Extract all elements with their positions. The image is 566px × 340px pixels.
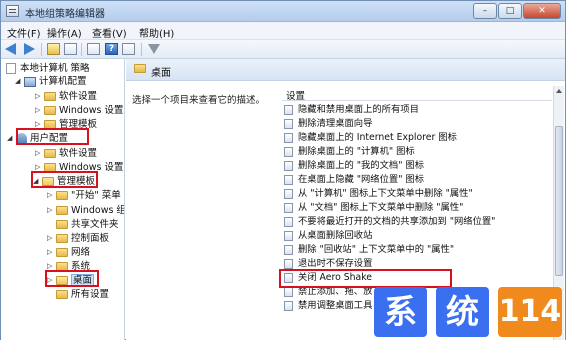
policy-setting-icon [284,287,293,297]
highlight-admin-templates [31,171,98,188]
back-icon[interactable] [5,42,20,56]
policy-setting-icon [284,231,293,241]
policy-setting-icon [284,301,293,311]
folder-icon [44,106,56,115]
toolbar-separator [81,43,82,56]
policy-setting-icon [284,133,293,143]
folder-icon [56,234,68,243]
policy-setting-icon [284,175,293,185]
tree-windows-components[interactable]: ▷ Windows 组 [47,204,124,217]
tree-shared-folders[interactable]: 共享文件夹 [55,218,119,231]
menu-help[interactable]: 帮助(H) [139,25,174,40]
policy-setting-icon [284,161,293,171]
list-item[interactable]: 隐藏桌面上的 Internet Explorer 图标 [282,131,457,145]
tree-user-software[interactable]: ▷ 软件设置 [35,147,97,160]
properties-icon[interactable] [122,42,137,56]
title-bar[interactable]: 本地组策略编辑器 – □ ✕ [1,1,565,22]
list-item[interactable]: 删除桌面上的 "我的文档" 图标 [282,159,424,173]
policy-setting-icon [284,189,293,199]
policy-setting-icon [284,203,293,213]
folder-icon [44,92,56,101]
policy-setting-icon [284,245,293,255]
gpedit-window: 本地组策略编辑器 – □ ✕ 文件(F) 操作(A) 查看(V) 帮助(H) ?… [0,0,566,340]
computer-icon [24,77,36,87]
show-tree-icon[interactable] [64,42,79,56]
scroll-up-icon[interactable] [556,89,562,93]
list-item[interactable]: 删除清理桌面向导 [282,117,372,131]
list-item[interactable]: 从桌面删除回收站 [282,229,372,243]
toolbar: ? [1,40,565,59]
list-item[interactable]: 删除 "回收站" 上下文菜单中的 "属性" [282,243,454,257]
highlight-user-config [16,128,89,145]
folder-icon [44,149,56,158]
list-item[interactable]: 从 "文档" 图标上下文菜单中删除 "属性" [282,201,463,215]
app-icon [6,5,19,17]
filter-icon[interactable] [147,42,162,56]
list-item[interactable]: 禁用调整桌面工具 [282,299,372,313]
toolbar-separator [41,43,42,56]
up-icon[interactable] [47,42,62,56]
list-item[interactable]: 从 "计算机" 图标上下文菜单中删除 "属性" [282,187,473,201]
policy-icon [6,63,16,74]
list-item[interactable]: 隐藏和禁用桌面上的所有项目 [282,103,419,117]
menu-file[interactable]: 文件(F) [7,25,41,40]
export-icon[interactable] [87,42,102,56]
window-title: 本地组策略编辑器 [25,9,105,20]
list-item[interactable]: 不要将最近打开的文档的共享添加到 "网络位置" [282,215,495,229]
folder-icon [56,290,68,299]
tree-computer-software[interactable]: ▷ 软件设置 [35,90,97,103]
tree-start-menu[interactable]: ▷ "开始" 菜单 [47,189,121,202]
highlight-aero-shake [279,269,452,288]
list-item[interactable]: 删除桌面上的 "计算机" 图标 [282,145,415,159]
tree-computer-config[interactable]: ◢ 计算机配置 [15,75,87,88]
highlight-desktop [45,270,99,287]
folder-icon [56,191,68,200]
tree-root[interactable]: 本地计算机 策略 [4,62,90,75]
maximize-button[interactable]: □ [498,3,522,19]
minimize-button[interactable]: – [473,3,497,19]
menu-bar: 文件(F) 操作(A) 查看(V) 帮助(H) [1,22,565,40]
details-header: 桌面 [126,59,565,81]
forward-icon[interactable] [22,42,37,56]
toolbar-separator [141,43,142,56]
tree-computer-windows[interactable]: ▷ Windows 设置 [35,104,123,117]
watermark-char-2: 统 [436,287,489,337]
folder-icon [56,206,68,215]
help-icon[interactable]: ? [105,42,120,56]
close-button[interactable]: ✕ [523,3,561,19]
scrollbar-thumb[interactable] [555,126,563,276]
tree-all-settings[interactable]: 所有设置 [55,288,109,301]
policy-setting-icon [284,259,293,269]
policy-setting-icon [284,105,293,115]
watermark-char-1: 系 [374,287,427,337]
watermark-logo: 系 统 114 [374,287,564,337]
menu-view[interactable]: 查看(V) [92,25,127,40]
folder-icon [56,220,68,229]
tree-pane: 本地计算机 策略 ◢ 计算机配置 ▷ 软件设置 ▷ Windows 设置 ▷ 管理模板 … [1,59,125,340]
description-text: 选择一个项目来查看它的描述。 [132,95,266,106]
menu-action[interactable]: 操作(A) [47,25,82,40]
settings-column-header[interactable]: 设置 [282,86,552,102]
folder-icon [56,248,68,257]
list-item[interactable]: 在桌面上隐藏 "网络位置" 图标 [282,173,424,187]
tree-control-panel[interactable]: ▷ 控制面板 [47,232,109,245]
details-title: 桌面 [151,68,171,79]
folder-icon [134,64,146,73]
tree-network[interactable]: ▷ 网络 [47,246,90,259]
policy-setting-icon [284,217,293,227]
watermark-number: 114 [498,287,562,337]
policy-setting-icon [284,119,293,129]
policy-setting-icon [284,147,293,157]
